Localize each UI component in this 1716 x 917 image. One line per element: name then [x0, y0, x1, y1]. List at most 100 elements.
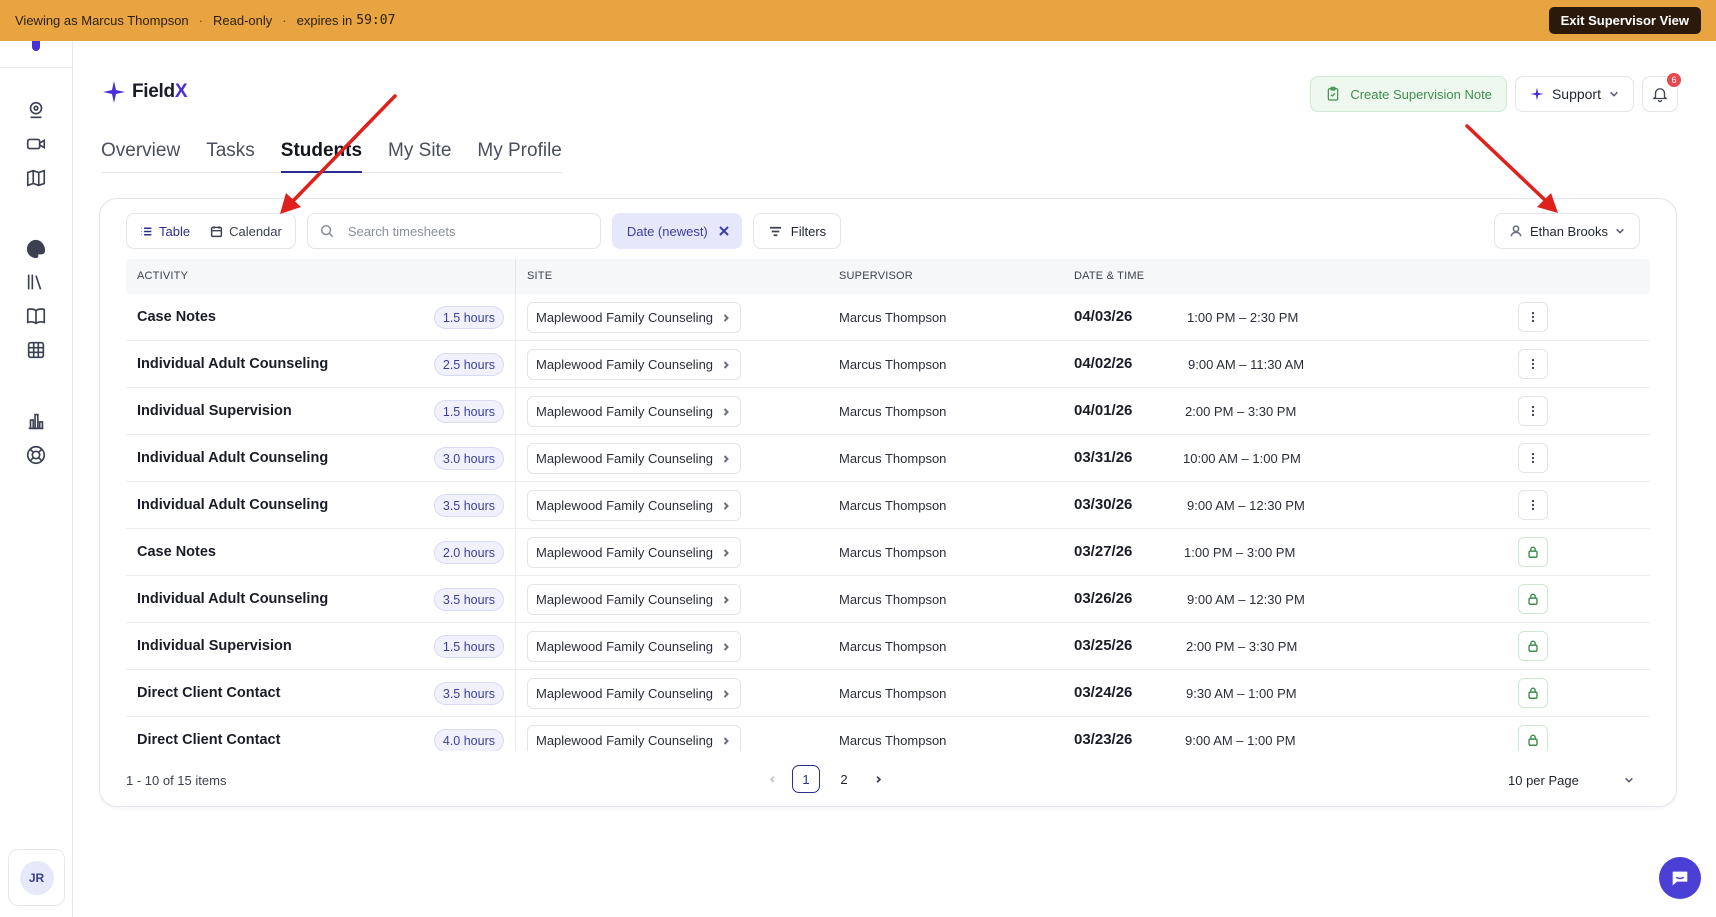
locked-entry-button[interactable] — [1518, 584, 1548, 614]
video-icon[interactable] — [25, 133, 47, 155]
per-page-select[interactable]: 10 per Page — [1500, 765, 1640, 795]
page-2-button[interactable]: 2 — [830, 765, 858, 793]
search-input[interactable] — [347, 223, 578, 239]
calendar-view-button[interactable]: Calendar — [201, 217, 291, 245]
grid-icon[interactable] — [25, 339, 47, 361]
exit-supervisor-view-button[interactable]: Exit Supervisor View — [1548, 7, 1701, 34]
locked-entry-button[interactable] — [1518, 678, 1548, 708]
lifebuoy-icon[interactable] — [25, 444, 47, 466]
chart-icon[interactable] — [25, 410, 47, 432]
supervisor-name: Marcus Thompson — [839, 545, 947, 560]
chevron-right-icon — [723, 313, 729, 322]
clipboard-check-icon — [1328, 86, 1339, 101]
chat-widget-button[interactable] — [1659, 857, 1701, 899]
hours-badge: 2.0 hours — [433, 541, 504, 564]
user-avatar-button[interactable]: JR — [8, 849, 65, 906]
table-row[interactable]: Direct Client Contact 3.5 hours Maplewood … — [126, 670, 1650, 717]
page-1-button[interactable]: 1 — [792, 765, 820, 793]
locked-entry-button[interactable] — [1518, 725, 1548, 751]
supervisor-name: Marcus Thompson — [839, 357, 947, 372]
student-select[interactable]: Ethan Brooks — [1493, 213, 1640, 249]
sort-chip[interactable]: Date (newest) — [611, 213, 742, 249]
site-link[interactable]: Maplewood Family Counseling — [527, 678, 742, 709]
webcam-icon[interactable] — [25, 99, 47, 121]
fieldx-logo-icon — [103, 81, 125, 103]
hours-badge: 1.5 hours — [433, 635, 504, 658]
app-logo[interactable]: FieldX — [102, 80, 188, 104]
filter-icon — [769, 226, 781, 236]
map-icon[interactable] — [25, 167, 47, 189]
table-row[interactable]: Individual Adult Counseling 3.0 hours Mapl… — [126, 435, 1650, 482]
supervisor-name: Marcus Thompson — [839, 639, 947, 654]
site-link[interactable]: Maplewood Family Counseling — [527, 396, 742, 427]
table-header: ACTIVITY SITE SUPERVISOR DATE & TIME — [126, 259, 1650, 294]
chevron-right-icon — [723, 642, 729, 651]
chevron-right-icon — [723, 360, 729, 369]
row-actions-button[interactable] — [1518, 490, 1548, 520]
expires-timer: 59:07 — [356, 13, 396, 28]
notification-count-badge: 6 — [1667, 73, 1681, 87]
column-header-activity[interactable]: ACTIVITY — [137, 270, 188, 282]
site-link[interactable]: Maplewood Family Counseling — [527, 349, 742, 380]
lock-icon — [1528, 546, 1538, 558]
table-row[interactable]: Individual Supervision 1.5 hours Maplewood… — [126, 388, 1650, 435]
site-link[interactable]: Maplewood Family Counseling — [527, 490, 742, 521]
timesheets-table: ACTIVITY SITE SUPERVISOR DATE & TIME Cas… — [126, 259, 1650, 751]
chevron-down-icon — [1616, 228, 1624, 234]
column-header-site[interactable]: SITE — [527, 270, 552, 282]
palette-icon[interactable] — [25, 238, 47, 260]
row-actions-button[interactable] — [1518, 302, 1548, 332]
lock-icon — [1528, 734, 1538, 746]
separator-dot: · — [198, 13, 204, 28]
activity-name: Individual Adult Counseling — [137, 497, 329, 513]
tab-tasks[interactable]: Tasks — [206, 140, 255, 172]
library-icon[interactable] — [25, 271, 47, 293]
table-row[interactable]: Individual Adult Counseling 3.5 hours Mapl… — [126, 576, 1650, 623]
entry-date: 03/30/26 — [1074, 496, 1133, 513]
brand-mark — [32, 41, 40, 51]
table-row[interactable]: Individual Adult Counseling 3.5 hours Mapl… — [126, 482, 1650, 529]
site-link[interactable]: Maplewood Family Counseling — [527, 584, 742, 615]
create-supervision-note-button[interactable]: Create Supervision Note — [1310, 76, 1507, 112]
table-row[interactable]: Individual Adult Counseling 2.5 hours Mapl… — [126, 341, 1650, 388]
column-header-date-time[interactable]: DATE & TIME — [1074, 270, 1144, 282]
tab-my-profile[interactable]: My Profile — [477, 140, 561, 172]
activity-name: Individual Adult Counseling — [137, 356, 329, 372]
chat-bubble-icon — [1672, 871, 1688, 886]
notifications-button[interactable]: 6 — [1642, 73, 1681, 112]
tab-overview[interactable]: Overview — [101, 140, 180, 172]
site-link[interactable]: Maplewood Family Counseling — [527, 302, 742, 333]
site-link[interactable]: Maplewood Family Counseling — [527, 537, 742, 568]
supervisor-name: Marcus Thompson — [839, 733, 947, 748]
list-icon — [141, 227, 152, 235]
filters-button[interactable]: Filters — [752, 213, 842, 249]
row-actions-button[interactable] — [1518, 396, 1548, 426]
table-row[interactable]: Individual Supervision 1.5 hours Maplewood… — [126, 623, 1650, 670]
site-link[interactable]: Maplewood Family Counseling — [527, 725, 742, 751]
locked-entry-button[interactable] — [1518, 631, 1548, 661]
previous-page-button[interactable] — [762, 765, 782, 793]
person-icon — [1510, 225, 1522, 237]
book-icon[interactable] — [25, 305, 47, 327]
table-footer: 1 - 10 of 15 items 1 2 10 per Page — [126, 765, 1640, 795]
next-page-button[interactable] — [868, 765, 888, 793]
entry-time: 2:00 PM – 3:30 PM — [1186, 639, 1298, 654]
table-row[interactable]: Case Notes 1.5 hours Maplewood Family Coun… — [126, 294, 1650, 341]
site-link[interactable]: Maplewood Family Counseling — [527, 443, 742, 474]
table-view-button[interactable]: Table — [131, 217, 199, 245]
column-header-supervisor[interactable]: SUPERVISOR — [839, 270, 913, 282]
tab-my-site[interactable]: My Site — [388, 140, 451, 172]
close-icon[interactable] — [718, 225, 730, 237]
row-actions-button[interactable] — [1518, 443, 1548, 473]
site-link[interactable]: Maplewood Family Counseling — [527, 631, 742, 662]
left-nav-rail: JR — [0, 41, 73, 917]
table-row[interactable]: Case Notes 2.0 hours Maplewood Family Coun… — [126, 529, 1650, 576]
locked-entry-button[interactable] — [1518, 537, 1548, 567]
row-actions-button[interactable] — [1518, 349, 1548, 379]
chevron-right-icon — [723, 407, 729, 416]
entry-time: 9:00 AM – 1:00 PM — [1185, 733, 1296, 748]
hours-badge: 2.5 hours — [433, 353, 504, 376]
support-dropdown[interactable]: Support — [1514, 76, 1634, 112]
tab-students[interactable]: Students — [280, 140, 363, 173]
table-row[interactable]: Direct Client Contact 4.0 hours Maplewood … — [126, 717, 1650, 751]
